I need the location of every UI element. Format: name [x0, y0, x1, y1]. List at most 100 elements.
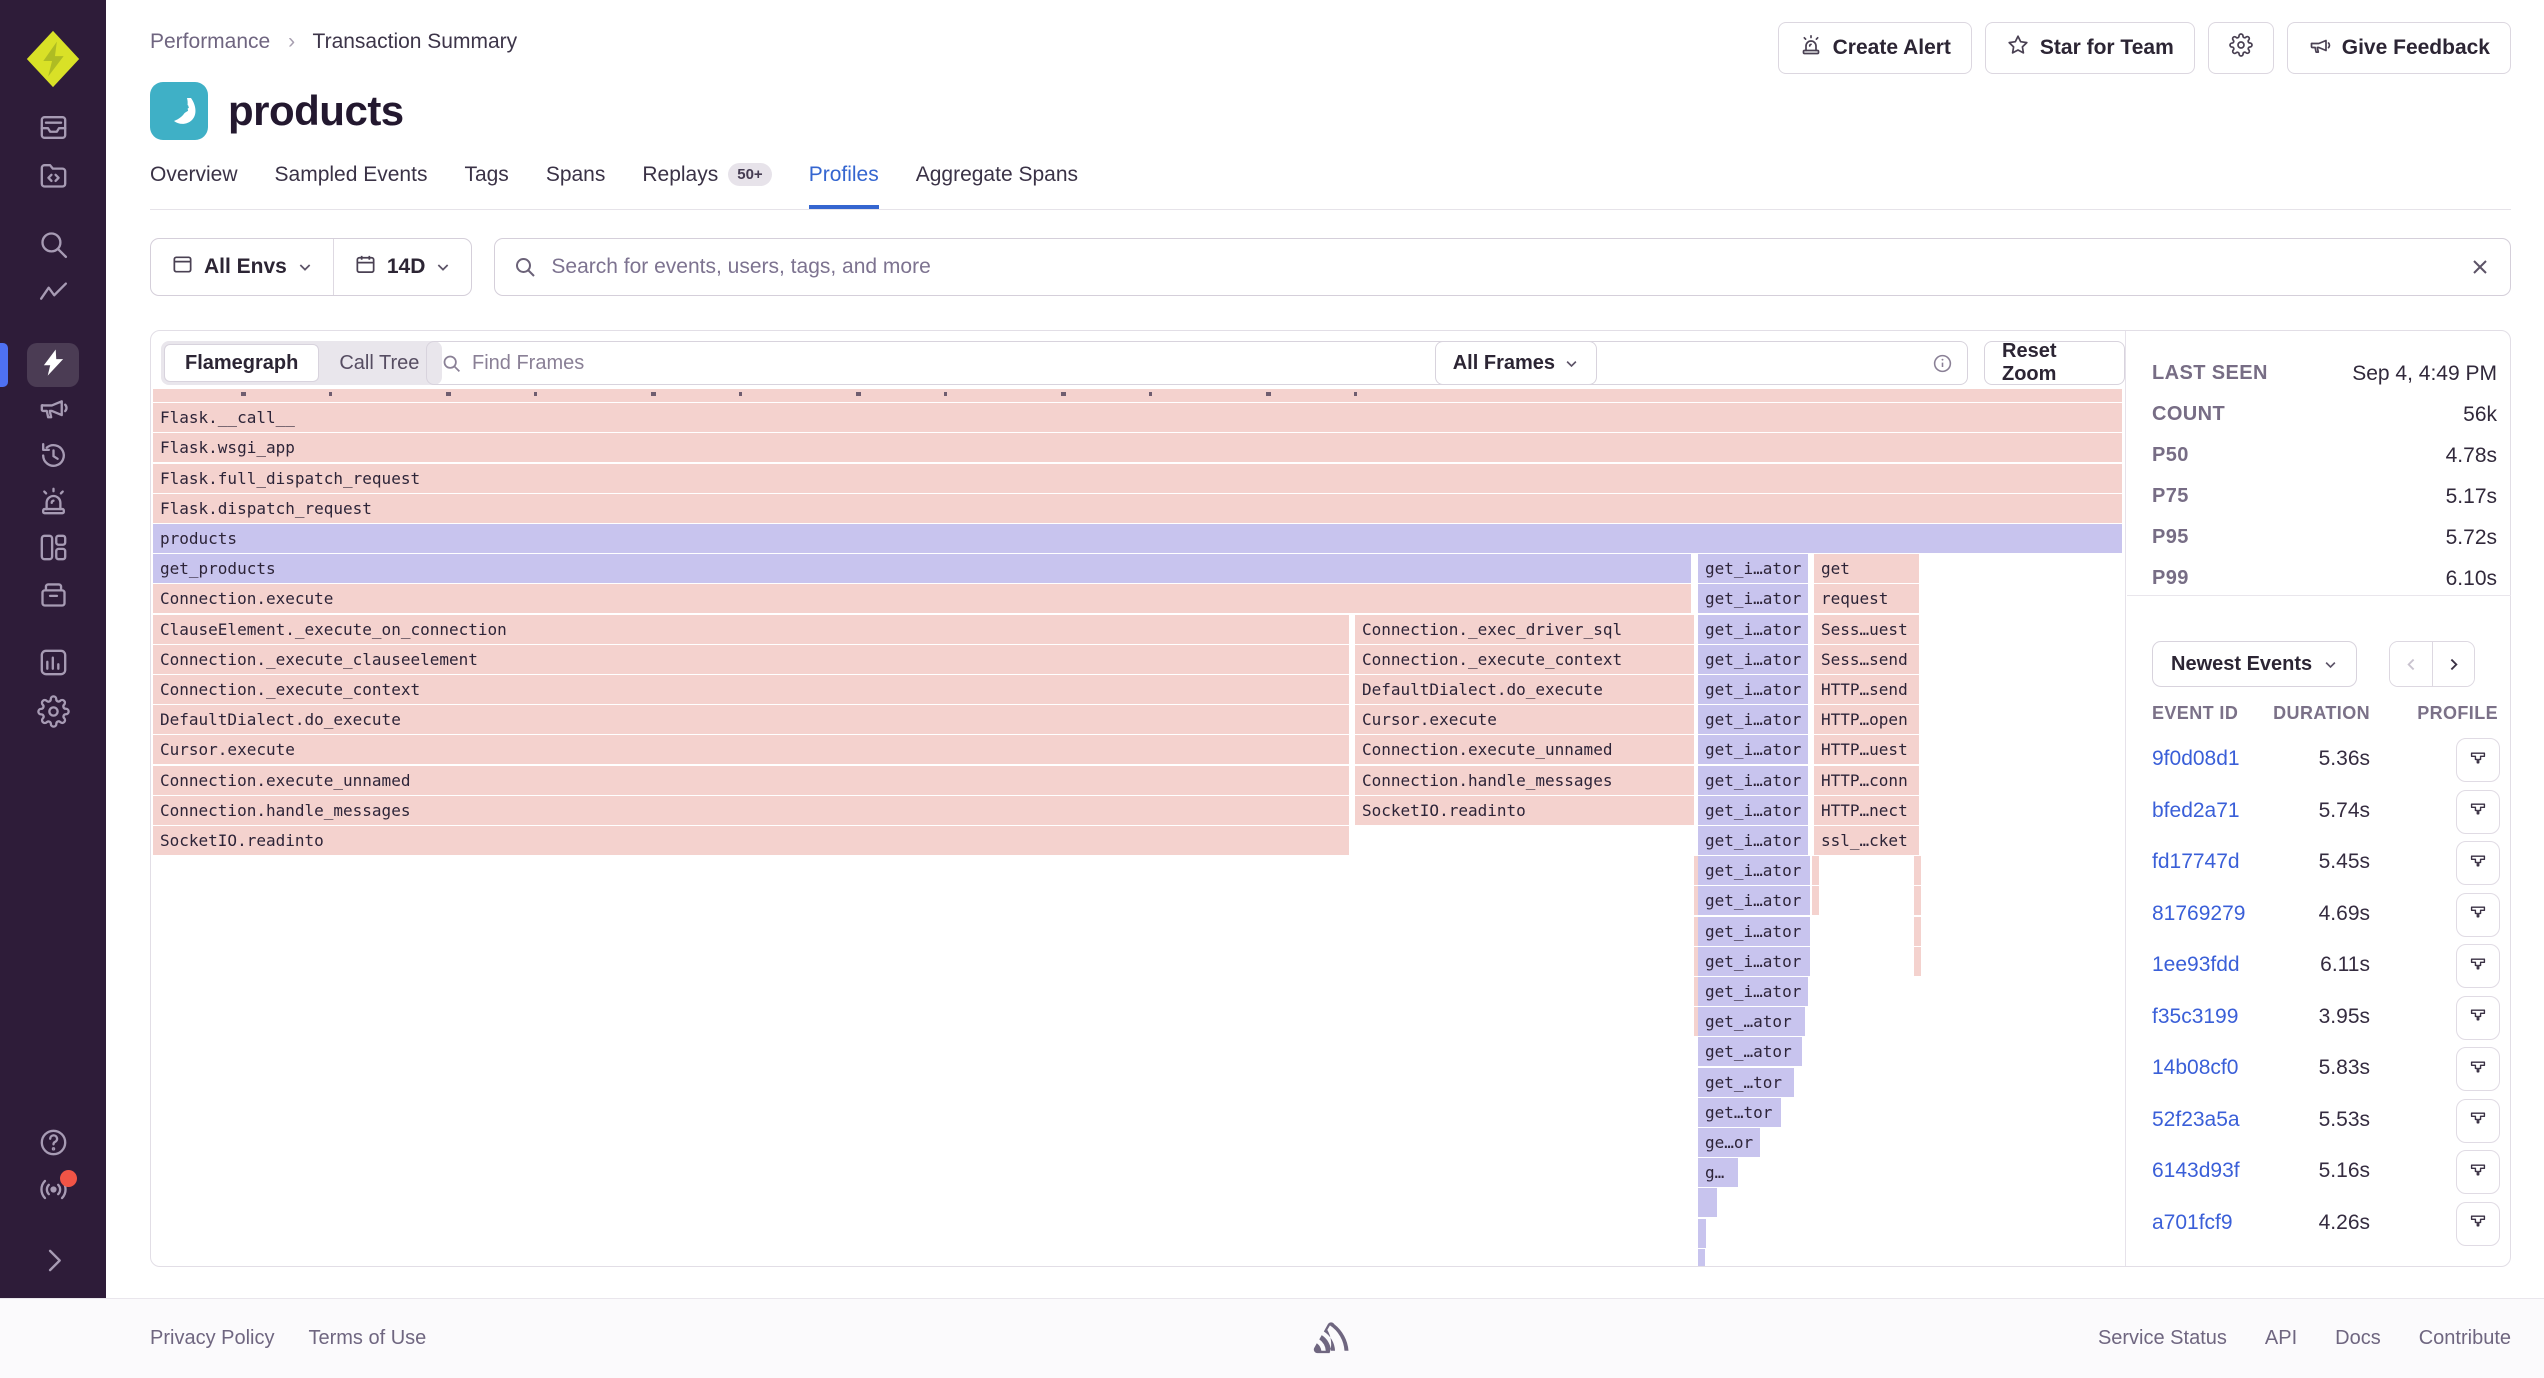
search-input[interactable]: [551, 255, 2454, 279]
flame-frame-HTTPuest[interactable]: HTTP…uest: [1814, 735, 1919, 764]
sentry-logo[interactable]: [22, 28, 84, 90]
flame-frame-Cursorexecute[interactable]: Cursor.execute: [153, 735, 1349, 764]
flame-frame-Connectionexecute_unnamed[interactable]: Connection.execute_unnamed: [1355, 735, 1694, 764]
date-range-selector[interactable]: 14D: [333, 239, 472, 295]
flame-frame-Sesssend[interactable]: Sess…send: [1814, 645, 1919, 674]
flame-frame[interactable]: [1812, 886, 1819, 915]
sidebar-item-stats-chart[interactable]: [27, 643, 79, 687]
flame-frame-SocketIOreadinto[interactable]: SocketIO.readinto: [153, 826, 1349, 855]
flame-frame-get[interactable]: get: [1814, 554, 1919, 583]
flame-frame[interactable]: [1914, 947, 1921, 976]
open-profile-button[interactable]: [2456, 1099, 2500, 1143]
event-id-link[interactable]: 81769279: [2152, 902, 2245, 926]
flame-frame-get_iator[interactable]: get_i…ator: [1698, 766, 1808, 795]
footer-link-docs[interactable]: Docs: [2335, 1327, 2381, 1350]
flame-frame[interactable]: [1698, 1249, 1705, 1266]
flame-frame-SocketIOreadinto[interactable]: SocketIO.readinto: [1355, 796, 1694, 825]
flame-frame-get_iator[interactable]: get_i…ator: [1698, 886, 1810, 915]
flame-frame-Connection_execute_context[interactable]: Connection._execute_context: [153, 675, 1349, 704]
flame-frame-get_ator[interactable]: get_…ator: [1698, 1037, 1802, 1066]
flame-frame-Flaskwsgi_app[interactable]: Flask.wsgi_app: [153, 433, 2122, 462]
next-page-button[interactable]: [2432, 642, 2474, 686]
open-profile-button[interactable]: [2456, 1150, 2500, 1194]
flame-frame-Sessuest[interactable]: Sess…uest: [1814, 615, 1919, 644]
flame-frame-Connection_exec_driver_sql[interactable]: Connection._exec_driver_sql: [1355, 615, 1694, 644]
event-id-link[interactable]: bfed2a71: [2152, 799, 2240, 823]
open-profile-button[interactable]: [2456, 893, 2500, 937]
flame-frame-ssl_cket[interactable]: ssl_…cket: [1814, 826, 1919, 855]
sidebar-item-replay-clock[interactable]: [27, 436, 79, 480]
create-alert-button[interactable]: Create Alert: [1778, 22, 1972, 74]
open-profile-button[interactable]: [2456, 1047, 2500, 1091]
breadcrumb-section[interactable]: Performance: [150, 30, 270, 53]
sidebar-item-code-folder[interactable]: [27, 156, 79, 200]
footer-link-service-status[interactable]: Service Status: [2098, 1327, 2227, 1350]
open-profile-button[interactable]: [2456, 790, 2500, 834]
tab-spans[interactable]: Spans: [546, 160, 606, 209]
event-id-link[interactable]: 6143d93f: [2152, 1159, 2240, 1183]
event-id-link[interactable]: a701fcf9: [2152, 1211, 2233, 1235]
sidebar-item-chevron-right[interactable]: [27, 1241, 79, 1285]
footer-link-terms-of-use[interactable]: Terms of Use: [308, 1327, 426, 1350]
tab-profiles[interactable]: Profiles: [809, 160, 879, 209]
sidebar-item-siren[interactable]: [27, 482, 79, 526]
flame-frame-Flask__call__[interactable]: Flask.__call__: [153, 403, 2122, 432]
flame-frame-DefaultDialectdo_execute[interactable]: DefaultDialect.do_execute: [153, 705, 1349, 734]
tab-aggregate-spans[interactable]: Aggregate Spans: [916, 160, 1078, 209]
flame-frame-get_iator[interactable]: get_i…ator: [1698, 917, 1810, 946]
flame-frame-get_iator[interactable]: get_i…ator: [1698, 675, 1808, 704]
flame-frame-Connectionexecute_unnamed[interactable]: Connection.execute_unnamed: [153, 766, 1349, 795]
flame-frame-ClauseElement_execute_on_connection[interactable]: ClauseElement._execute_on_connection: [153, 615, 1349, 644]
flame-frame-Cursorexecute[interactable]: Cursor.execute: [1355, 705, 1694, 734]
flame-frame-Connectionhandle_messages[interactable]: Connection.handle_messages: [1355, 766, 1694, 795]
flame-frame-get_ator[interactable]: get_…ator: [1698, 1007, 1805, 1036]
tab-replays[interactable]: Replays50+: [642, 160, 771, 209]
flame-frame-get_iator[interactable]: get_i…ator: [1698, 705, 1808, 734]
flamegraph-toggle[interactable]: Flamegraph: [164, 344, 319, 382]
sidebar-item-megaphone[interactable]: [27, 388, 79, 432]
prev-page-button[interactable]: [2390, 642, 2432, 686]
flame-frame-products[interactable]: products: [153, 524, 2122, 553]
flame-frame-get_iator[interactable]: get_i…ator: [1698, 947, 1810, 976]
flame-frame-get_iator[interactable]: get_i…ator: [1698, 645, 1808, 674]
sidebar-item-archive[interactable]: [27, 575, 79, 619]
tab-sampled-events[interactable]: Sampled Events: [275, 160, 428, 209]
open-profile-button[interactable]: [2456, 738, 2500, 782]
flame-frame[interactable]: [153, 389, 2122, 402]
tab-tags[interactable]: Tags: [464, 160, 508, 209]
flame-frame[interactable]: [1914, 856, 1921, 885]
flame-frame-get_iator[interactable]: get_i…ator: [1698, 584, 1808, 613]
flame-frame-Connectionexecute[interactable]: Connection.execute: [153, 584, 1691, 613]
flame-frame-get_iator[interactable]: get_i…ator: [1698, 796, 1808, 825]
sidebar-item-help[interactable]: [27, 1123, 79, 1167]
clear-search-icon[interactable]: [2468, 255, 2492, 279]
flame-frame-get_products[interactable]: get_products: [153, 554, 1691, 583]
sidebar-item-issues[interactable]: [27, 108, 79, 152]
sidebar-item-dashboards[interactable]: [27, 528, 79, 572]
flame-frame-get_iator[interactable]: get_i…ator: [1698, 826, 1808, 855]
call-tree-toggle[interactable]: Call Tree: [319, 344, 439, 382]
sidebar-item-search[interactable]: [27, 225, 79, 269]
flame-frame-HTTPnect[interactable]: HTTP…nect: [1814, 796, 1919, 825]
flame-frame-HTTPopen[interactable]: HTTP…open: [1814, 705, 1919, 734]
flame-frame-Flaskdispatch_request[interactable]: Flask.dispatch_request: [153, 494, 2122, 523]
footer-link-api[interactable]: API: [2265, 1327, 2297, 1350]
flame-frame-get_tor[interactable]: get_…tor: [1698, 1068, 1794, 1097]
flame-frame[interactable]: [1914, 886, 1921, 915]
footer-link-privacy-policy[interactable]: Privacy Policy: [150, 1327, 274, 1350]
flame-frame-Connection_execute_context[interactable]: Connection._execute_context: [1355, 645, 1694, 674]
sidebar-item-broadcast[interactable]: [27, 1170, 79, 1214]
flame-frame-get_iator[interactable]: get_i…ator: [1698, 554, 1808, 583]
event-id-link[interactable]: 1ee93fdd: [2152, 953, 2240, 977]
flame-frame-HTTPsend[interactable]: HTTP…send: [1814, 675, 1919, 704]
flame-frame[interactable]: [1698, 1219, 1706, 1248]
flame-frame-get_iator[interactable]: get_i…ator: [1698, 856, 1810, 885]
environment-selector[interactable]: All Envs: [151, 239, 333, 295]
flame-frame[interactable]: [1698, 1188, 1717, 1217]
footer-link-contribute[interactable]: Contribute: [2419, 1327, 2511, 1350]
flame-frame-geor[interactable]: ge…or: [1698, 1128, 1760, 1157]
events-sort-dropdown[interactable]: Newest Events: [2152, 641, 2357, 687]
find-frames-input[interactable]: [472, 352, 1922, 375]
give-feedback-button[interactable]: Give Feedback: [2287, 22, 2511, 74]
flame-frame-get_iator[interactable]: get_i…ator: [1698, 615, 1808, 644]
